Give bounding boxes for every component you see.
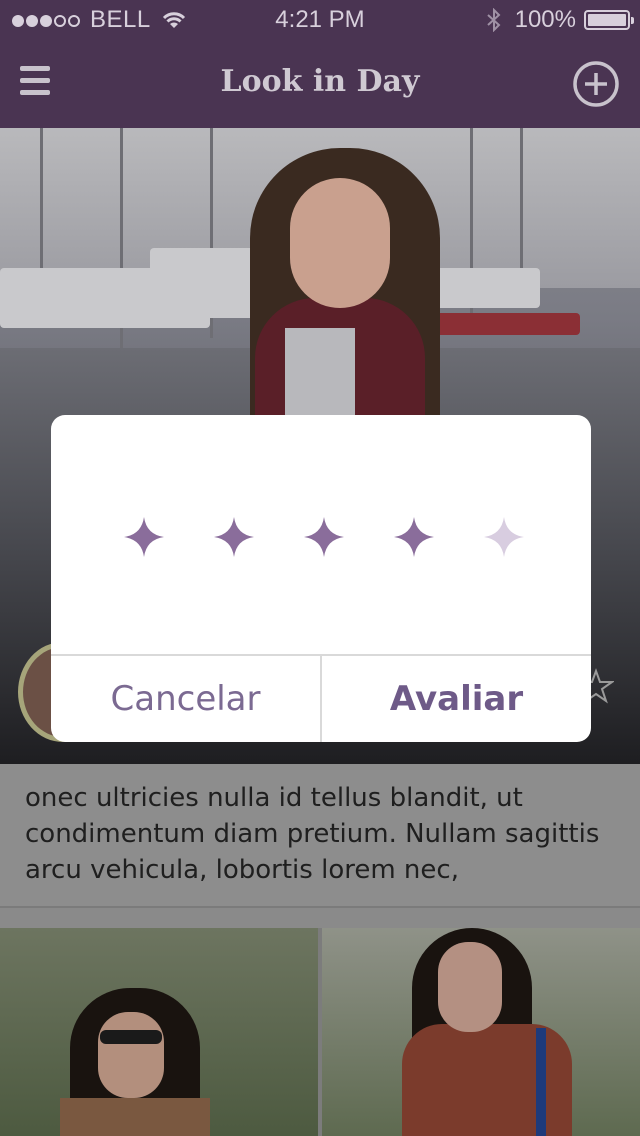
description-text: onec ultricies nulla id tellus blandit, … <box>25 783 600 885</box>
add-circle-icon[interactable] <box>572 60 620 108</box>
rating-star-icon[interactable] <box>122 515 166 559</box>
status-bar: BELL 4:21 PM 100% <box>0 0 640 40</box>
look-thumbnail[interactable] <box>0 928 318 1136</box>
rating-star-icon[interactable] <box>212 515 256 559</box>
cancel-button[interactable]: Cancelar <box>51 656 322 742</box>
look-thumbnail[interactable] <box>322 928 640 1136</box>
battery-percentage: 100% <box>514 6 576 33</box>
rating-star-icon[interactable] <box>302 515 346 559</box>
app-title: Look in Day <box>220 64 420 99</box>
dialog-buttons: Cancelar Avaliar <box>51 654 591 742</box>
rate-button[interactable]: Avaliar <box>322 656 591 742</box>
bluetooth-icon <box>486 8 501 32</box>
battery-icon <box>584 10 634 30</box>
rating-stars[interactable] <box>51 515 591 559</box>
navigation-bar: Look in Day <box>0 40 640 128</box>
rating-star-icon[interactable] <box>482 515 526 559</box>
rating-star-icon[interactable] <box>392 515 436 559</box>
rating-dialog: Cancelar Avaliar <box>51 415 591 742</box>
look-description: onec ultricies nulla id tellus blandit, … <box>0 764 640 908</box>
